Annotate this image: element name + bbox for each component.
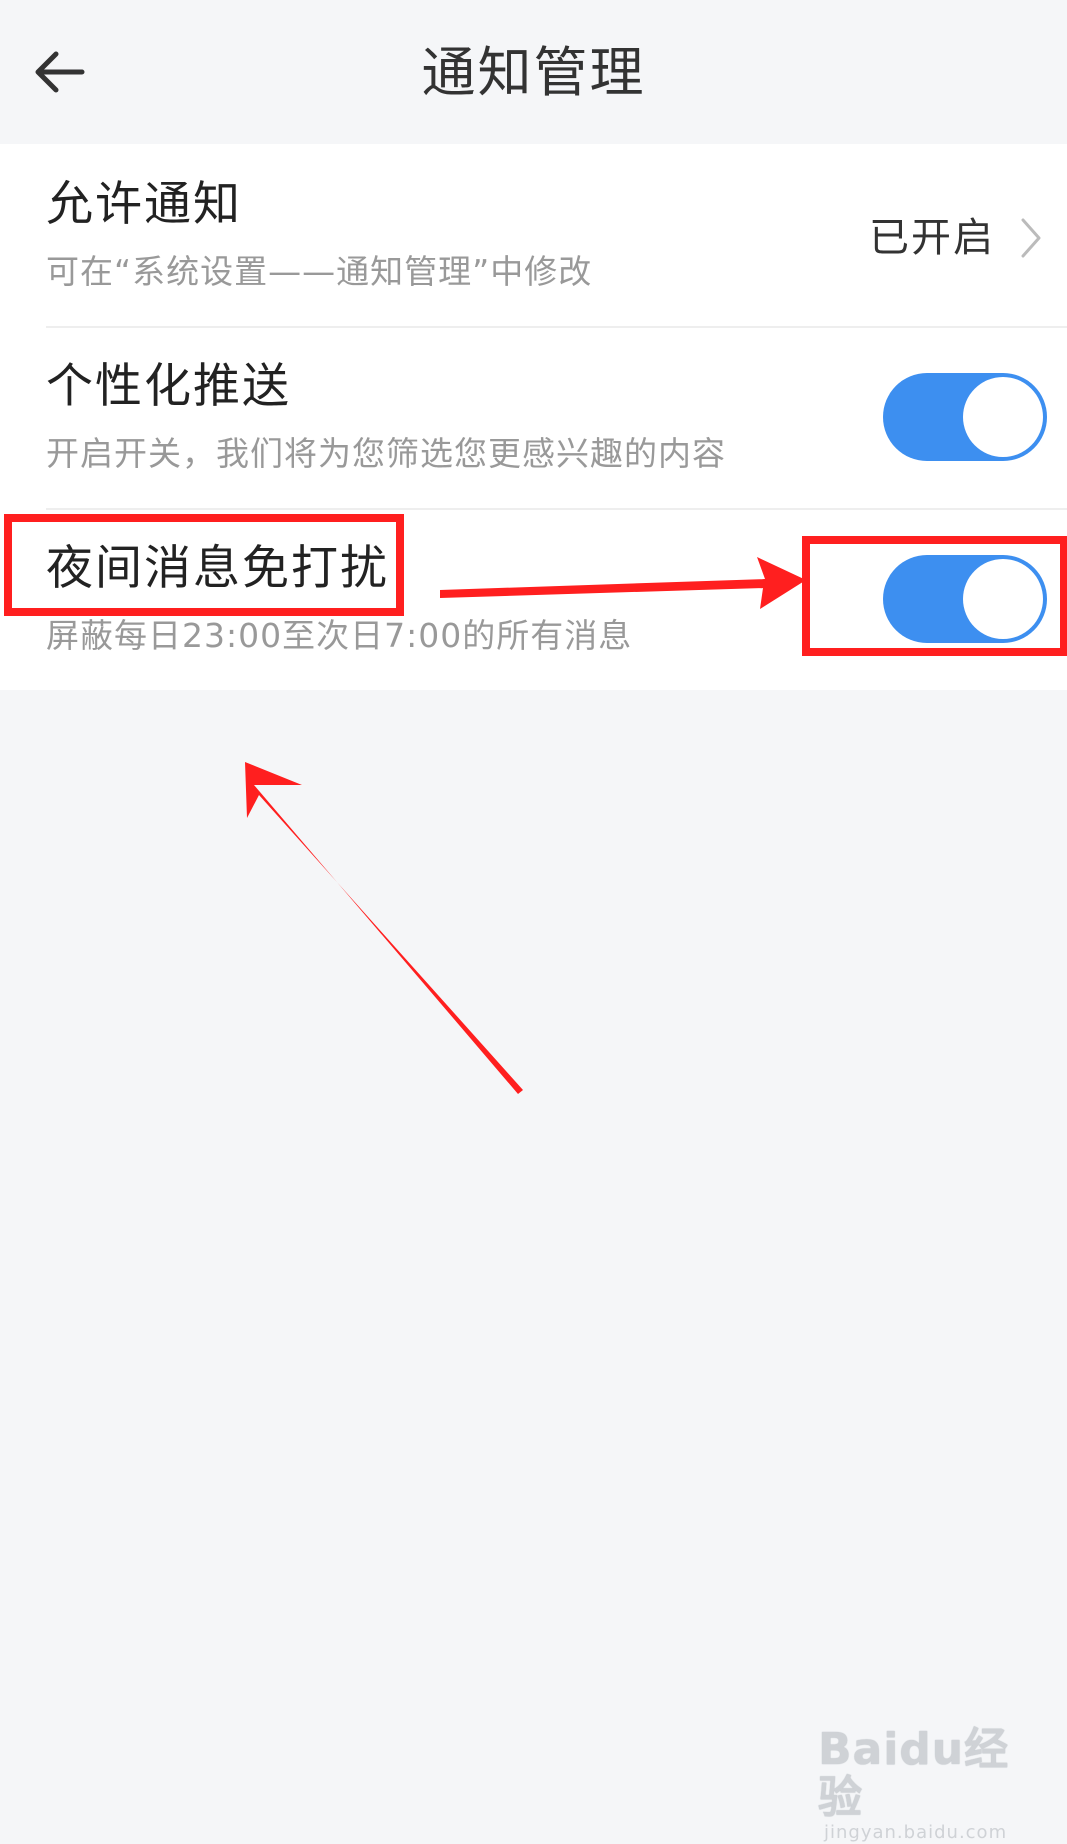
- personalized-push-toggle[interactable]: [883, 373, 1047, 461]
- night-dnd-row: 夜间消息免打扰 屏蔽每日23:00至次日7:00的所有消息: [0, 508, 1067, 690]
- allow-notifications-status: 已开启: [869, 215, 995, 261]
- allow-notifications-row[interactable]: 允许通知 可在“系统设置——通知管理”中修改 已开启: [0, 144, 1067, 326]
- personalized-push-row: 个性化推送 开启开关，我们将为您筛选您更感兴趣的内容: [0, 326, 1067, 508]
- night-dnd-toggle[interactable]: [883, 555, 1047, 643]
- night-dnd-title: 夜间消息免打扰: [46, 541, 389, 596]
- up-arrow-annotation: [245, 762, 523, 1094]
- toggle-knob: [963, 559, 1043, 639]
- personalized-push-title: 个性化推送: [46, 359, 291, 414]
- header-bar: 通知管理: [0, 0, 1067, 144]
- settings-list: 允许通知 可在“系统设置——通知管理”中修改 已开启 个性化推送 开启开关，我们…: [0, 144, 1067, 690]
- allow-notifications-title: 允许通知: [46, 177, 242, 232]
- allow-notifications-description: 可在“系统设置——通知管理”中修改: [46, 252, 593, 291]
- chevron-right-icon: [1009, 216, 1053, 260]
- toggle-knob: [963, 377, 1043, 457]
- watermark-logo: Baidu经验: [818, 1724, 1010, 1823]
- page-title: 通知管理: [421, 41, 646, 104]
- watermark: Baidu经验 jingyan.baidu.com: [818, 1726, 1018, 1844]
- night-dnd-description: 屏蔽每日23:00至次日7:00的所有消息: [46, 616, 633, 655]
- notification-settings-screen: 通知管理 允许通知 可在“系统设置——通知管理”中修改 已开启 个性化推送 开启…: [0, 0, 1067, 1843]
- watermark-url: jingyan.baidu.com: [824, 1822, 1008, 1843]
- personalized-push-description: 开启开关，我们将为您筛选您更感兴趣的内容: [46, 434, 726, 473]
